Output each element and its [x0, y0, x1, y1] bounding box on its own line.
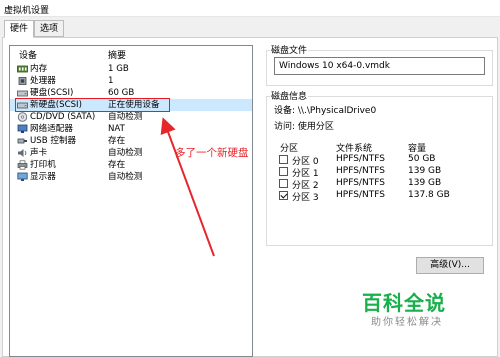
device-summary: 1 GB [108, 64, 129, 74]
partition-checkbox[interactable] [279, 191, 288, 200]
annotation-text: 多了一个新硬盘 [175, 147, 249, 159]
memory-icon [17, 65, 28, 73]
hard-disk-icon [17, 90, 28, 97]
device-row-network-adapter[interactable]: 网络适配器 NAT [10, 123, 252, 135]
partition-size: 139 GB [408, 178, 442, 188]
partition-filesystem: HPFS/NTFS [336, 154, 385, 164]
partition-size: 50 GB [408, 154, 436, 164]
device-name: 打印机 [30, 160, 56, 170]
processor-icon [18, 77, 27, 85]
partition-checkbox[interactable] [279, 167, 288, 176]
device-row-printer[interactable]: 打印机 存在 [10, 159, 252, 171]
device-summary: 自动检测 [108, 172, 143, 182]
network-adapter-icon [17, 124, 28, 133]
disk-file-field[interactable]: Windows 10 x64-0.vmdk [274, 57, 485, 75]
disk-file-label: 磁盘文件 [270, 43, 309, 56]
partition-row: 分区 3 HPFS/NTFS 137.8 GB [278, 189, 478, 203]
device-summary: 存在 [108, 136, 126, 146]
partition-name: 分区 3 [292, 193, 319, 203]
window-title: 虚拟机设置 [4, 6, 50, 16]
device-name: CD/DVD (SATA) [30, 112, 96, 122]
device-name: 处理器 [30, 76, 56, 86]
device-summary: 存在 [108, 160, 126, 170]
printer-icon [17, 160, 28, 170]
device-list[interactable]: 设备 摘要 内存 1 GB 处理器 1 硬盘(SCSI) 60 GB 新硬盘(S… [9, 45, 253, 357]
tab-hardware[interactable]: 硬件 [4, 20, 35, 38]
device-column-header[interactable]: 设备 [19, 48, 37, 61]
device-name: 显示器 [30, 172, 56, 182]
tab-options[interactable]: 选项 [34, 20, 65, 37]
device-path-text: 设备: \\.\PhysicalDrive0 [274, 106, 377, 116]
device-summary: 1 [108, 76, 114, 86]
highlight-box [15, 98, 170, 112]
watermark-subtitle: 助你轻松解决 [371, 317, 443, 328]
usb-icon [17, 138, 27, 144]
partition-size: 139 GB [408, 166, 442, 176]
cd-dvd-icon [17, 112, 28, 122]
device-row-display[interactable]: 显示器 自动检测 [10, 171, 252, 183]
display-icon [17, 172, 28, 181]
partition-filesystem: HPFS/NTFS [336, 178, 385, 188]
disk-info-label: 磁盘信息 [270, 89, 309, 102]
device-row-processor[interactable]: 处理器 1 [10, 75, 252, 87]
access-mode-text: 访问: 使用分区 [274, 122, 334, 132]
device-name: 网络适配器 [30, 124, 73, 134]
device-summary: 自动检测 [108, 148, 143, 158]
sound-card-icon [18, 149, 27, 157]
summary-column-header[interactable]: 摘要 [108, 48, 126, 61]
partition-checkbox[interactable] [279, 155, 288, 164]
device-name: 内存 [30, 64, 48, 74]
partition-size: 137.8 GB [408, 190, 450, 200]
partition-checkbox[interactable] [279, 179, 288, 188]
tab-bar: 硬件 选项 [0, 20, 500, 38]
watermark-title: 百科全说 [362, 291, 446, 315]
partition-filesystem: HPFS/NTFS [336, 166, 385, 176]
title-bar: 虚拟机设置 [0, 0, 500, 17]
device-name: USB 控制器 [30, 136, 77, 146]
device-row-cd-dvd[interactable]: CD/DVD (SATA) 自动检测 [10, 111, 252, 123]
partition-filesystem: HPFS/NTFS [336, 190, 385, 200]
device-summary: NAT [108, 124, 125, 134]
device-summary: 自动检测 [108, 112, 143, 122]
advanced-button[interactable]: 高级(V)... [416, 257, 484, 274]
device-row-memory[interactable]: 内存 1 GB [10, 63, 252, 75]
device-name: 声卡 [30, 148, 48, 158]
